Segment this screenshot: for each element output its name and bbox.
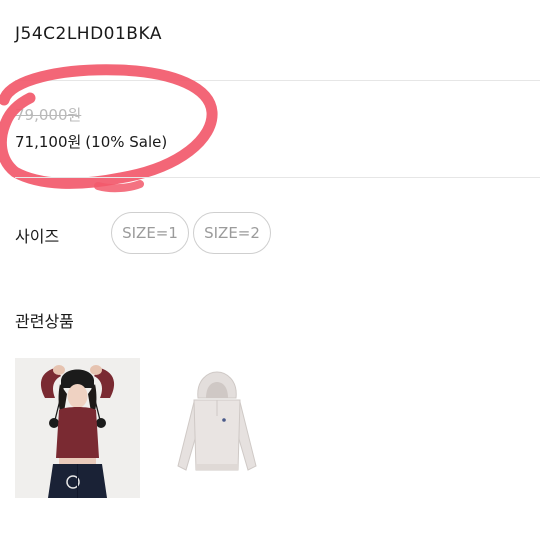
model-wearing-crop-hoodie-photo-icon — [15, 358, 140, 498]
related-product-1[interactable] — [15, 358, 140, 498]
original-price: 79,000원 — [15, 106, 82, 124]
sale-price-row: 71,100원 (10% Sale) — [15, 131, 167, 152]
divider — [15, 177, 540, 178]
sale-percent-note: (10% Sale) — [85, 133, 168, 151]
product-detail-page: J54C2LHD01BKA 79,000원 71,100원 (10% Sale) … — [0, 0, 554, 554]
size-option-2[interactable]: SIZE=2 — [193, 212, 271, 254]
related-products-title: 관련상품 — [15, 312, 74, 331]
sale-price: 71,100원 — [15, 133, 82, 151]
size-option-1[interactable]: SIZE=1 — [111, 212, 189, 254]
light-gray-crop-hoodie-photo-icon — [154, 358, 279, 498]
divider — [15, 80, 540, 81]
related-product-2[interactable] — [154, 358, 279, 498]
product-code: J54C2LHD01BKA — [15, 24, 162, 44]
size-label: 사이즈 — [15, 227, 60, 246]
